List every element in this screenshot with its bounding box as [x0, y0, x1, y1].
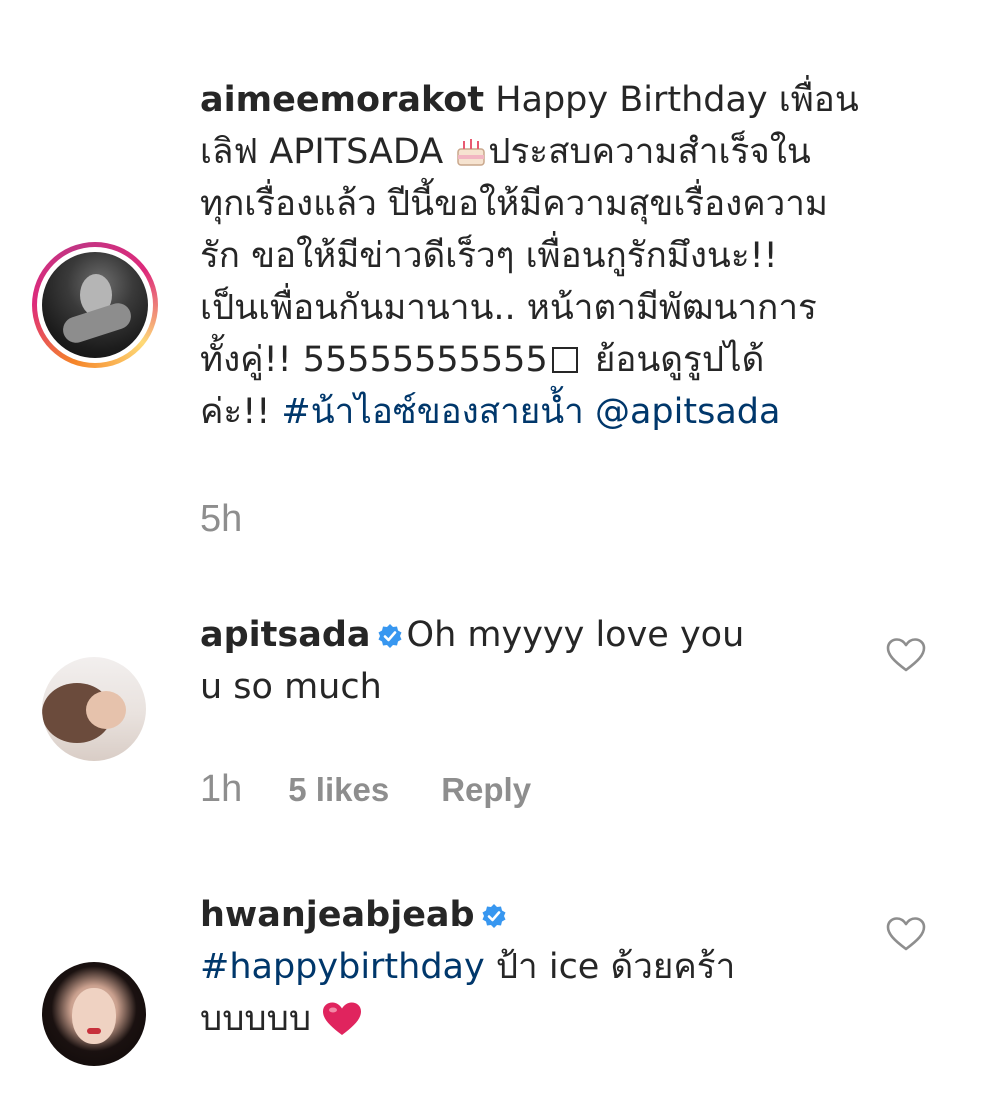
- avatar-apitsada[interactable]: [42, 657, 146, 761]
- comment-text: ย้อนดูรูปได้: [583, 340, 765, 380]
- verified-badge-icon: [482, 904, 506, 928]
- comment-text: ทุกเรื่องแล้ว ปีนี้ขอให้มีความสุขเรื่องค…: [200, 184, 828, 224]
- comment-body: aimeemorakot Happy Birthday เพื่อน เลิฟ …: [200, 74, 940, 438]
- username-link[interactable]: hwanjeabjeab: [200, 895, 475, 935]
- reply-button[interactable]: Reply: [441, 771, 531, 809]
- comment-text: รัก ขอให้มีข่าวดีเร็วๆ เพื่อนกูรักมึงนะ!…: [200, 236, 778, 276]
- comment-text: เลิฟ APITSADA: [200, 132, 455, 172]
- comment-meta: 5h: [200, 498, 242, 541]
- username-link[interactable]: apitsada: [200, 615, 371, 655]
- likes-count-link[interactable]: 5 likes: [288, 771, 389, 809]
- hashtag-link[interactable]: #น้าไอซ์ของสายน้ำ: [281, 392, 583, 432]
- birthday-cake-emoji: [457, 139, 486, 166]
- timestamp[interactable]: 5h: [200, 498, 242, 541]
- comment-text: บบบบบ: [200, 999, 323, 1039]
- missing-glyph-box: [551, 347, 578, 373]
- comment-text: เป็นเพื่อนกันมานาน.. หน้าตามีพัฒนาการ: [200, 288, 817, 328]
- timestamp[interactable]: 1h: [200, 768, 242, 811]
- mention-link[interactable]: @apitsada: [595, 392, 780, 432]
- comment-text: u so much: [200, 667, 382, 707]
- red-heart-emoji: [323, 1002, 362, 1035]
- comment-meta: 1h 5 likes Reply: [200, 768, 531, 811]
- username-link[interactable]: aimeemorakot: [200, 80, 484, 120]
- comment-body: apitsada Oh myyyy love you u so much: [200, 609, 940, 713]
- comment-text: Happy Birthday เพื่อน: [484, 80, 859, 120]
- hashtag-link[interactable]: #happybirthday: [200, 947, 485, 987]
- comment-text: ป้า ice ด้วยคร้า: [484, 947, 736, 987]
- comment-body: hwanjeabjeab #happybirthday ป้า ice ด้วย…: [200, 889, 940, 1045]
- avatar-hwanjeabjeab[interactable]: [42, 962, 146, 1066]
- like-heart-icon[interactable]: [886, 916, 926, 952]
- comment-text: ค่ะ!!: [200, 392, 282, 432]
- avatar-aimeemorakot[interactable]: [42, 252, 148, 358]
- comment-text: ประสบความสำเร็จใน: [488, 132, 811, 172]
- comment-text: ทั้งคู่!! 55555555555: [200, 340, 548, 380]
- like-heart-icon[interactable]: [886, 637, 926, 673]
- verified-badge-icon: [378, 624, 402, 648]
- comment-text: Oh myyyy love you: [406, 615, 745, 655]
